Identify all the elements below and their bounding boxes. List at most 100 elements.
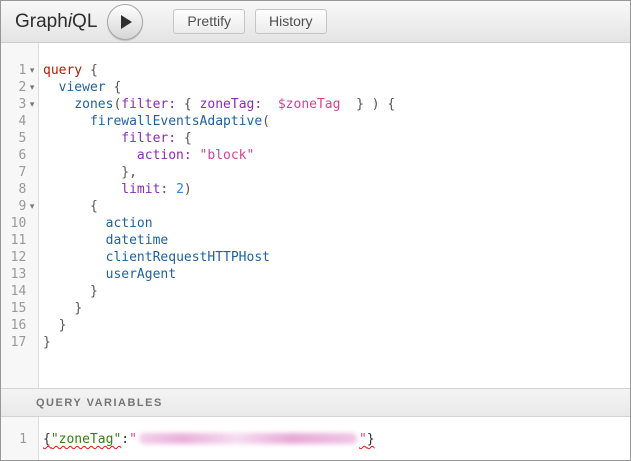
play-icon [121,15,132,29]
line-number: 2 [1,79,26,96]
code-token [192,148,200,163]
line-number: 9 [1,198,26,215]
history-button[interactable]: History [255,9,327,34]
query-variables-title-bar[interactable]: QUERY VARIABLES [1,388,630,417]
line-number: 1 [1,431,27,448]
variables-editor[interactable]: 1 {"zoneTag":" "} [1,417,630,460]
code-token [43,182,121,197]
code-line[interactable]: datetime [43,232,630,249]
code-token: 2 [176,182,184,197]
variables-gutter: 1 [1,417,39,460]
graphiql-window: GraphiQL Prettify History 1▾2▾3▾456789▾1… [0,0,631,461]
code-token: $zoneTag [278,97,341,112]
code-token: } [43,335,51,350]
line-number: 13 [1,266,26,283]
code-token: viewer [59,80,106,95]
code-token: { [90,199,98,214]
code-token: query [43,63,82,78]
code-line[interactable]: query { [43,62,630,79]
code-token: }, [121,165,137,180]
code-token: userAgent [106,267,176,282]
code-line[interactable]: } [43,283,630,300]
code-token: } ) { [340,97,395,112]
code-token [43,284,90,299]
json-key-zonetag: "zoneTag" [51,432,121,447]
query-code[interactable]: query { viewer { zones(filter: { zoneTag… [39,43,630,388]
json-colon: : [121,432,129,447]
line-number: 5 [1,130,26,147]
line-number: 12 [1,249,26,266]
line-number: 11 [1,232,26,249]
fold-arrow-icon[interactable]: ▾ [26,96,38,113]
line-number: 6 [1,147,26,164]
code-line[interactable]: } [43,334,630,351]
line-number: 17 [1,334,26,351]
code-token: { [106,80,122,95]
query-editor[interactable]: 1▾2▾3▾456789▾1011121314151617 query { vi… [1,43,630,388]
line-number: 3 [1,96,26,113]
json-close-brace: } [367,432,375,447]
query-variables-label: QUERY VARIABLES [36,397,163,409]
code-line[interactable]: action: "block" [43,147,630,164]
redacted-zone-tag-value [139,433,357,444]
toolbar: GraphiQL Prettify History [1,1,630,43]
code-token [43,131,121,146]
json-value-open-quote: " [129,432,137,447]
code-line[interactable]: filter: { [43,130,630,147]
code-token [43,80,59,95]
code-token [43,199,90,214]
line-number: 4 [1,113,26,130]
lint-underlined-group: "} [359,432,375,447]
line-number: 14 [1,283,26,300]
code-line[interactable]: zones(filter: { zoneTag: $zoneTag } ) { [43,96,630,113]
code-token [43,216,106,231]
code-token: } [59,318,67,333]
code-line[interactable]: viewer { [43,79,630,96]
code-token: firewallEventsAdaptive [90,114,262,129]
code-line[interactable]: clientRequestHTTPHost [43,249,630,266]
prettify-button[interactable]: Prettify [173,9,245,34]
fold-arrow-icon[interactable]: ▾ [26,79,38,96]
code-token: clientRequestHTTPHost [106,250,270,265]
line-number: 1 [1,62,26,79]
code-token: } [90,284,98,299]
code-token [43,233,106,248]
line-number: 8 [1,181,26,198]
code-token [168,182,176,197]
code-line[interactable]: limit: 2) [43,181,630,198]
code-token [43,148,137,163]
logo-text: QL [72,11,97,32]
line-number: 10 [1,215,26,232]
code-token [43,165,121,180]
code-token: datetime [106,233,169,248]
code-token: action [106,216,153,231]
code-token: ( [262,114,270,129]
code-line[interactable]: firewallEventsAdaptive( [43,113,630,130]
json-open-brace: { [43,432,51,447]
logo-text: Graph [15,11,68,32]
code-line[interactable]: }, [43,164,630,181]
execute-query-button[interactable] [107,4,143,40]
code-line[interactable]: action [43,215,630,232]
code-token: filter: [121,131,176,146]
query-gutter: 1▾2▾3▾456789▾1011121314151617 [1,43,39,388]
code-token: } [74,301,82,316]
code-token [43,250,106,265]
code-line[interactable]: userAgent [43,266,630,283]
code-line[interactable]: { [43,198,630,215]
code-token [43,318,59,333]
line-number: 7 [1,164,26,181]
code-token [43,267,106,282]
code-line[interactable]: } [43,317,630,334]
fold-arrow-icon[interactable]: ▾ [26,198,38,215]
lint-underlined-group: {"zoneTag" [43,432,121,447]
variables-code[interactable]: {"zoneTag":" "} [39,417,630,460]
code-token: { [176,131,192,146]
code-token: limit: [121,182,168,197]
code-token: zoneTag: [200,97,263,112]
code-token: "block" [200,148,255,163]
code-line[interactable]: } [43,300,630,317]
code-token [43,97,74,112]
fold-arrow-icon[interactable]: ▾ [26,62,38,79]
code-token [43,301,74,316]
